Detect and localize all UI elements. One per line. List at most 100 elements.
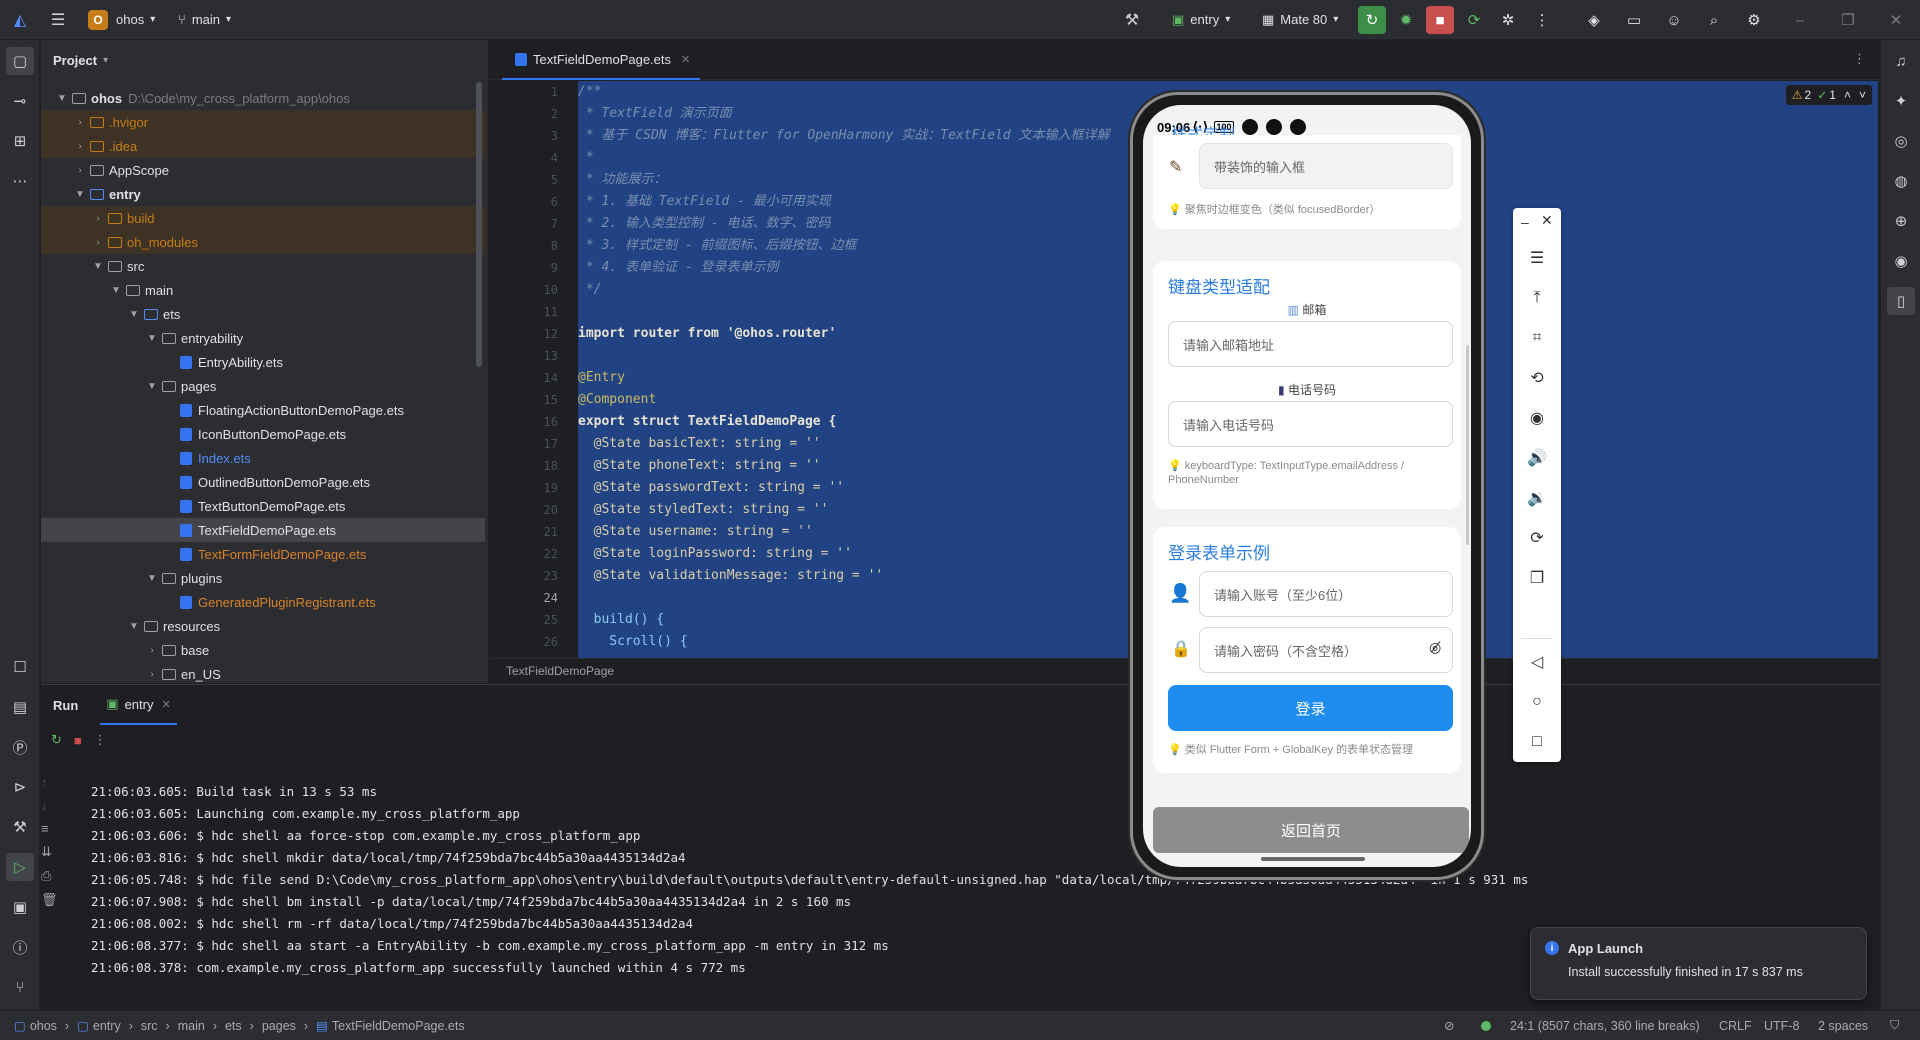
inspection-widget[interactable]: ⚠ 2 ✓ 1 ˄ ˅ [1785,85,1872,105]
tree-item-main[interactable]: ▼ main [41,278,485,302]
close-window-icon[interactable]: ✕ [1882,6,1910,34]
print-icon[interactable]: ⎙ [41,868,59,884]
layout-icon[interactable]: ▤ [6,693,34,721]
back-nav-icon[interactable]: ◁ [1523,648,1551,676]
multi-screen-icon[interactable]: ❐ [1523,564,1551,592]
tree-file-iconbutton-demo[interactable]: IconButtonDemoPage.ets [41,422,485,446]
password-field[interactable]: 请输入密码（不含空格） [1199,627,1453,673]
volume-down-icon[interactable]: 🔉 [1523,484,1551,512]
home-indicator[interactable] [1261,857,1365,861]
tree-item-resources[interactable]: ▼ resources [41,614,485,638]
services-icon[interactable]: ⊳ [6,773,34,801]
stop-icon[interactable]: ■ [74,733,82,748]
path-segment[interactable]: main [178,1019,205,1033]
tree-root[interactable]: ▼ ohos D:\Code\my_cross_platform_app\oho… [41,86,485,110]
scroll-up-icon[interactable]: ↑ [41,775,59,790]
tree-item-entryability[interactable]: ▼ entryability [41,326,485,350]
restore-icon[interactable]: ❐ [1834,6,1862,34]
branch-switcher[interactable]: ⑂ main ▾ [178,0,231,40]
minimize-icon[interactable]: – [1786,6,1814,34]
database-icon[interactable]: ◍ [1887,167,1915,195]
record-icon[interactable]: ◉ [1523,404,1551,432]
notifications-bell-icon[interactable]: ♫ [1887,47,1915,75]
no-inspection-icon[interactable]: ⊘ [1444,1018,1454,1033]
eye-off-icon[interactable]: ◎̸ [1429,639,1441,656]
previewer-icon[interactable]: ◎ [1887,127,1915,155]
rotate-icon[interactable]: ⟲ [1523,364,1551,392]
phone-number-field[interactable]: 请输入电话号码 [1168,401,1453,447]
emulator-icon[interactable]: ⊕ [1887,207,1915,235]
line-separator[interactable]: CRLF [1719,1019,1752,1033]
settings-gear-icon[interactable]: ⚙ [1740,6,1768,34]
rerun-button[interactable]: ↻ [1358,6,1386,34]
build-hammer-icon[interactable]: ⚒ [1118,6,1146,34]
commit-icon[interactable]: ⊸ [6,87,34,115]
more-actions-icon[interactable]: ⋮ [1528,6,1556,34]
email-field[interactable]: 请输入邮箱地址 [1168,321,1453,367]
close-tab-icon[interactable]: ✕ [681,53,690,66]
profiler-icon[interactable]: ◈ [1580,6,1608,34]
decorated-input[interactable]: 带装饰的输入框 [1199,143,1453,189]
project-panel-header[interactable]: Project ▾ [41,40,488,80]
phone-screen[interactable]: 09:06 ⟨·⟩ 100 样式定制 ✎ 带装饰的输入框 💡 聚焦时边框变色（类… [1143,105,1471,867]
scroll-end-icon[interactable]: ⇊ [41,844,59,860]
chevron-down-icon[interactable]: ˅ [1859,88,1866,102]
run-tab-entry[interactable]: ▣ entry ✕ [100,685,177,725]
device-selector[interactable]: ▦ Mate 80 ▾ [1262,0,1338,40]
tree-item-hvigor[interactable]: › .hvigor [41,110,485,134]
tree-item-en-us[interactable]: › en_US [41,662,485,686]
device-mirror-icon[interactable]: ▯ [1887,287,1915,315]
chevron-up-icon[interactable]: ˄ [1844,88,1851,102]
file-encoding[interactable]: UTF-8 [1764,1019,1799,1033]
eye-icon[interactable]: ◉ [1887,247,1915,275]
run-config-selector[interactable]: ▣ entry ▾ [1172,0,1230,40]
path-segment[interactable]: src [141,1019,158,1033]
build-icon[interactable]: ⚒ [6,813,34,841]
clear-icon[interactable]: 🗑 [41,892,59,908]
stop-button[interactable]: ■ [1426,6,1454,34]
back-home-button[interactable]: 返回首页 [1153,807,1469,853]
tree-file-textbutton-demo[interactable]: TextButtonDemoPage.ets [41,494,485,518]
tree-file-textfield-demo[interactable]: TextFieldDemoPage.ets [41,518,485,542]
tree-item-build[interactable]: › build [41,206,485,230]
path-segment[interactable]: entry [93,1019,121,1033]
terminal-icon[interactable]: ▣ [6,893,34,921]
ai-assistant-icon[interactable]: ✦ [1887,87,1915,115]
path-segment[interactable]: TextFieldDemoPage.ets [332,1019,465,1033]
debug-icon[interactable]: ✹ [1392,6,1420,34]
close-icon[interactable]: ✕ [1541,212,1553,229]
tree-file-textformfield-demo[interactable]: TextFormFieldDemoPage.ets [41,542,485,566]
indent-setting[interactable]: 2 spaces [1818,1019,1868,1033]
app-logo-icon[interactable]: ◭ [6,6,34,34]
more-icon[interactable]: ⋮ [94,732,107,748]
tree-item-entry[interactable]: ▼ entry [41,182,485,206]
tree-item-base[interactable]: › base [41,638,485,662]
todo-icon[interactable]: ☐ [6,653,34,681]
project-switcher[interactable]: O ohos ▾ [88,0,155,40]
git-icon[interactable]: ⑂ [6,973,34,1001]
project-scrollbar[interactable] [476,82,482,367]
close-tab-icon[interactable]: ✕ [161,698,170,711]
editor-options-icon[interactable]: ⋮ [1853,51,1866,67]
search-icon[interactable]: ⌕ [1700,6,1728,34]
status-breadcrumb[interactable]: ▢ ohos › ▢ entry › src › main › ets › pages › … [14,1018,465,1034]
tree-file-index[interactable]: Index.ets [41,446,485,470]
scroll-down-icon[interactable]: ↓ [41,798,59,813]
lock-icon[interactable]: ⛉ [1890,1018,1899,1033]
more-tools-icon[interactable]: ⋯ [6,167,34,195]
path-segment[interactable]: ets [225,1019,242,1033]
screenshot-crop-icon[interactable]: ⌗ [1523,324,1551,352]
minimize-icon[interactable]: – [1521,214,1529,230]
problems-icon[interactable]: ⓘ [6,933,34,961]
structure-icon[interactable]: ⊞ [6,127,34,155]
soft-wrap-icon[interactable]: ≡ [41,821,59,836]
cursor-position[interactable]: 24:1 (8507 chars, 360 line breaks) [1510,1019,1700,1033]
run-icon[interactable]: ▷ [6,853,34,881]
account-icon[interactable]: ☺ [1660,6,1688,34]
menu-icon[interactable]: ☰ [1523,244,1551,272]
recents-nav-icon[interactable]: □ [1523,728,1551,756]
home-nav-icon[interactable]: ○ [1523,688,1551,716]
tree-file-fab-demo[interactable]: FloatingActionButtonDemoPage.ets [41,398,485,422]
login-button[interactable]: 登录 [1168,685,1453,731]
tree-file-plugin-registrant[interactable]: GeneratedPluginRegistrant.ets [41,590,485,614]
